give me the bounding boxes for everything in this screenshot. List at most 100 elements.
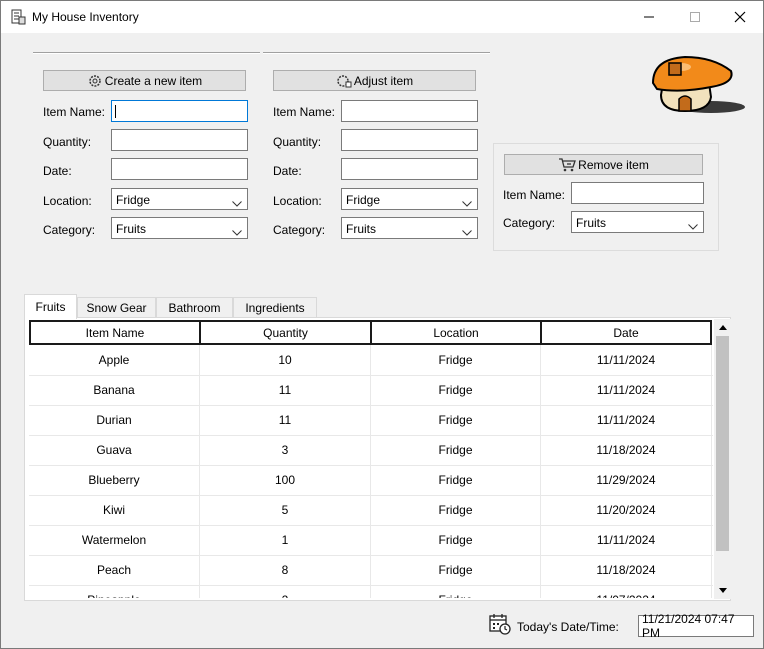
- create-location-select[interactable]: Fridge: [111, 188, 248, 210]
- table-row[interactable]: Kiwi 5 Fridge 11/20/2024: [29, 495, 713, 526]
- remove-category-select[interactable]: Fruits: [571, 211, 704, 233]
- adjust-location-select[interactable]: Fridge: [341, 188, 478, 210]
- table-row[interactable]: Peach 8 Fridge 11/18/2024: [29, 555, 713, 586]
- create-quantity-input[interactable]: [111, 129, 248, 151]
- tab-snow-gear[interactable]: Snow Gear: [77, 297, 156, 318]
- chevron-down-icon: [232, 225, 242, 239]
- cell-item-name: Pineapple: [29, 585, 200, 598]
- cell-date: 11/11/2024: [541, 345, 712, 375]
- close-button[interactable]: [717, 1, 763, 33]
- cell-item-name: Watermelon: [29, 525, 200, 555]
- cell-date: 11/29/2024: [541, 465, 712, 495]
- cell-item-name: Guava: [29, 435, 200, 465]
- table-row[interactable]: Apple 10 Fridge 11/11/2024: [29, 345, 713, 376]
- table-header-row: Item Name Quantity Location Date: [29, 320, 713, 345]
- tab-bathroom[interactable]: Bathroom: [156, 297, 233, 318]
- adjust-quantity-input[interactable]: [341, 129, 478, 151]
- cell-quantity: 5: [200, 495, 371, 525]
- adjust-category-label: Category:: [273, 223, 326, 237]
- table-row[interactable]: Durian 11 Fridge 11/11/2024: [29, 405, 713, 436]
- cell-location: Fridge: [371, 465, 541, 495]
- adjust-date-input[interactable]: [341, 158, 478, 180]
- cell-quantity: 2: [200, 585, 371, 598]
- cell-location: Fridge: [371, 585, 541, 598]
- tab-ingredients[interactable]: Ingredients: [233, 297, 317, 318]
- cell-item-name: Peach: [29, 555, 200, 585]
- cell-item-name: Durian: [29, 405, 200, 435]
- cell-item-name: Banana: [29, 375, 200, 405]
- adjust-location-label: Location:: [273, 194, 322, 208]
- table-row[interactable]: Watermelon 1 Fridge 11/11/2024: [29, 525, 713, 556]
- remove-item-name-label: Item Name:: [503, 188, 566, 202]
- cell-date: 11/11/2024: [541, 405, 712, 435]
- create-date-input[interactable]: [111, 158, 248, 180]
- adjust-item-name-input[interactable]: [341, 100, 478, 122]
- cell-date: 11/20/2024: [541, 495, 712, 525]
- chevron-down-icon: [232, 196, 242, 210]
- cell-quantity: 11: [200, 405, 371, 435]
- adjust-item-name-label: Item Name:: [273, 105, 336, 119]
- create-item-name-input[interactable]: [111, 100, 248, 122]
- caret-up-icon: [718, 325, 727, 330]
- column-header-date[interactable]: Date: [540, 320, 712, 345]
- create-category-label: Category:: [43, 223, 96, 237]
- cell-location: Fridge: [371, 405, 541, 435]
- cell-location: Fridge: [371, 525, 541, 555]
- inventory-table: Item Name Quantity Location Date Apple 1…: [29, 320, 713, 598]
- remove-category-label: Category:: [503, 216, 556, 230]
- cell-date: 11/11/2024: [541, 525, 712, 555]
- cell-location: Fridge: [371, 345, 541, 375]
- caret-down-icon: [718, 588, 727, 593]
- cell-quantity: 1: [200, 525, 371, 555]
- cart-remove-icon: [558, 157, 577, 172]
- scroll-down-button[interactable]: [714, 582, 731, 599]
- chevron-down-icon: [462, 196, 472, 210]
- title-bar[interactable]: My House Inventory: [1, 1, 763, 33]
- cell-location: Fridge: [371, 495, 541, 525]
- cell-date: 11/07/2024: [541, 585, 712, 598]
- cell-quantity: 100: [200, 465, 371, 495]
- adjust-item-button[interactable]: Adjust item: [273, 70, 476, 91]
- adjust-separator: [263, 52, 490, 54]
- maximize-button[interactable]: [672, 1, 718, 33]
- create-separator: [33, 52, 260, 54]
- cell-date: 11/18/2024: [541, 435, 712, 465]
- create-date-label: Date:: [43, 164, 72, 178]
- chevron-down-icon: [688, 219, 698, 233]
- minimize-button[interactable]: [626, 1, 672, 33]
- table-row[interactable]: Blueberry 100 Fridge 11/29/2024: [29, 465, 713, 496]
- current-datetime-label: Today's Date/Time:: [517, 620, 619, 634]
- adjust-date-label: Date:: [273, 164, 302, 178]
- cell-quantity: 10: [200, 345, 371, 375]
- cell-item-name: Kiwi: [29, 495, 200, 525]
- cell-item-name: Apple: [29, 345, 200, 375]
- calendar-clock-icon: [489, 613, 511, 635]
- remove-item-button[interactable]: Remove item: [504, 154, 703, 175]
- remove-item-name-input[interactable]: [571, 182, 704, 204]
- scroll-up-button[interactable]: [714, 319, 731, 336]
- adjust-category-select[interactable]: Fruits: [341, 217, 478, 239]
- column-header-location[interactable]: Location: [370, 320, 542, 345]
- inventory-app-icon: [10, 9, 26, 25]
- create-location-label: Location:: [43, 194, 92, 208]
- column-header-item-name[interactable]: Item Name: [29, 320, 201, 345]
- table-row[interactable]: Guava 3 Fridge 11/18/2024: [29, 435, 713, 466]
- cell-location: Fridge: [371, 375, 541, 405]
- create-item-button[interactable]: Create a new item: [43, 70, 246, 91]
- create-quantity-label: Quantity:: [43, 135, 92, 149]
- gear-adjust-icon: [336, 73, 352, 89]
- column-header-quantity[interactable]: Quantity: [199, 320, 372, 345]
- mushroom-house-icon: [651, 53, 745, 115]
- table-row[interactable]: Banana 11 Fridge 11/11/2024: [29, 375, 713, 406]
- current-datetime-field[interactable]: 11/21/2024 07:47 PM: [638, 612, 754, 640]
- tab-fruits[interactable]: Fruits: [24, 294, 77, 319]
- tab-panel-fruits: Item Name Quantity Location Date Apple 1…: [24, 317, 731, 601]
- cell-quantity: 8: [200, 555, 371, 585]
- create-category-select[interactable]: Fruits: [111, 217, 248, 239]
- table-row[interactable]: Pineapple 2 Fridge 11/07/2024: [29, 585, 713, 598]
- cell-location: Fridge: [371, 435, 541, 465]
- cell-date: 11/18/2024: [541, 555, 712, 585]
- scrollbar-thumb[interactable]: [716, 336, 729, 551]
- table-scrollbar[interactable]: [714, 319, 731, 599]
- cell-quantity: 11: [200, 375, 371, 405]
